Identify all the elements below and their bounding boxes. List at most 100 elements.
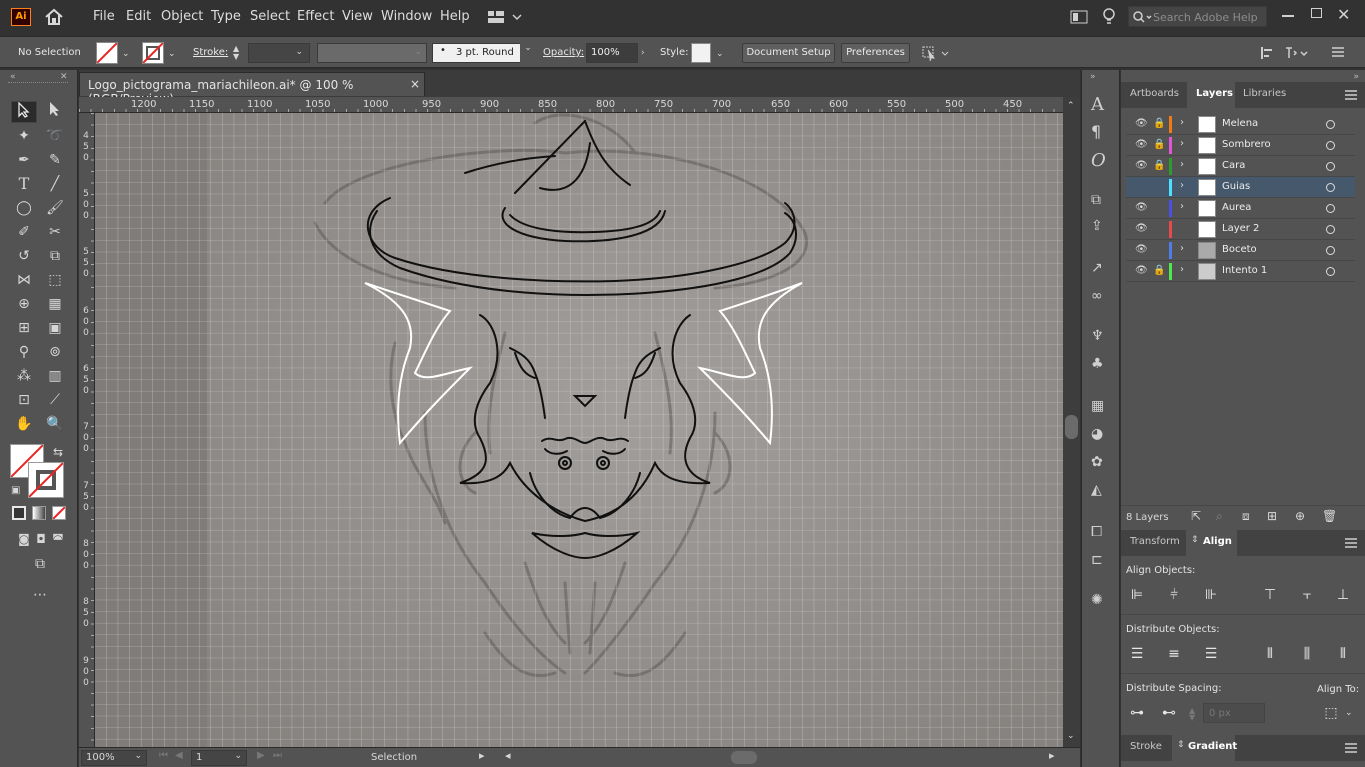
align-right-icon[interactable]: ⊪ bbox=[1202, 586, 1220, 604]
lock-icon[interactable]: 🔒 bbox=[1153, 139, 1165, 150]
character-panel-icon[interactable]: A bbox=[1091, 94, 1104, 115]
lock-icon[interactable]: 🔒 bbox=[1153, 118, 1165, 129]
distribute-left-icon[interactable]: ⫴ bbox=[1261, 645, 1279, 663]
fill-swatch[interactable] bbox=[96, 42, 118, 64]
rotate-tool-icon[interactable]: ↺ bbox=[11, 245, 37, 267]
expand-chevron-icon[interactable]: › bbox=[1180, 243, 1184, 254]
window-close-icon[interactable]: ✕ bbox=[1337, 5, 1350, 24]
layer-name[interactable]: Aurea bbox=[1222, 202, 1251, 213]
visibility-eye-icon[interactable]: 👁 bbox=[1135, 160, 1148, 171]
expand-chevron-icon[interactable]: › bbox=[1180, 201, 1184, 212]
image-trace-icon[interactable]: ✺ bbox=[1091, 592, 1103, 608]
brush-definition[interactable]: • 3 pt. Round ⌄ bbox=[432, 43, 536, 63]
menu-file[interactable]: File bbox=[93, 9, 115, 24]
layer-name[interactable]: Sombrero bbox=[1222, 139, 1271, 150]
stroke-swatch[interactable] bbox=[142, 42, 164, 64]
scissors-tool-icon[interactable]: ✂ bbox=[42, 221, 68, 243]
menu-edit[interactable]: Edit bbox=[126, 9, 151, 24]
search-help-input[interactable]: Search Adobe Help bbox=[1128, 6, 1267, 27]
color-mode-icon[interactable] bbox=[12, 506, 26, 520]
document-close-icon[interactable]: × bbox=[410, 77, 420, 91]
direct-selection-tool-icon[interactable] bbox=[42, 101, 68, 123]
layer-name[interactable]: Boceto bbox=[1222, 244, 1257, 255]
horizontal-ruler[interactable]: 1200 1150 1100 1050 1000 950 900 850 800… bbox=[79, 97, 1063, 113]
slice-tool-icon[interactable]: ⟋ bbox=[42, 389, 68, 411]
align-pixel-icon[interactable] bbox=[1260, 46, 1274, 63]
symbol-sprayer-tool-icon[interactable]: ⁂ bbox=[11, 365, 37, 387]
align-left-icon[interactable]: ⊫ bbox=[1128, 586, 1146, 604]
graphic-styles-icon[interactable]: ◕ bbox=[1091, 426, 1103, 442]
ellipse-tool-icon[interactable]: ◯ bbox=[11, 197, 37, 219]
artwork[interactable] bbox=[95, 113, 1063, 747]
edit-toolbar-icon[interactable]: ⋯ bbox=[27, 584, 53, 606]
brushes-panel-icon[interactable]: ♆ bbox=[1091, 328, 1104, 344]
toolbar-close-icon[interactable]: ✕ bbox=[60, 72, 68, 82]
visibility-eye-icon[interactable]: 👁 bbox=[1135, 202, 1148, 213]
mesh-tool-icon[interactable]: ⊞ bbox=[11, 317, 37, 339]
opentype-panel-icon[interactable]: O bbox=[1091, 150, 1106, 171]
tab-libraries[interactable]: Libraries bbox=[1243, 88, 1286, 99]
new-sublayer-icon[interactable]: ⊞ bbox=[1267, 509, 1277, 523]
spacing-input[interactable]: 0 px bbox=[1203, 703, 1265, 723]
stroke-weight-input[interactable]: ⌄ bbox=[248, 43, 310, 63]
tab-gradient[interactable]: Gradient bbox=[1188, 741, 1237, 752]
links-panel-icon[interactable]: ∞ bbox=[1091, 288, 1103, 304]
layer-row-selected[interactable]: › Guias bbox=[1126, 177, 1355, 198]
menu-object[interactable]: Object bbox=[161, 9, 203, 24]
align-menu-icon[interactable] bbox=[1345, 538, 1357, 551]
layer-row[interactable]: 👁 › Aurea bbox=[1126, 198, 1355, 219]
tab-toggle-icon[interactable]: ⇕ bbox=[1191, 535, 1199, 545]
tab-artboards[interactable]: Artboards bbox=[1130, 88, 1179, 99]
layers-menu-icon[interactable] bbox=[1345, 90, 1357, 103]
artboard-tool-icon[interactable]: ⊡ bbox=[11, 389, 37, 411]
default-colors-icon[interactable]: ▣ bbox=[11, 485, 20, 496]
screen-mode-icon[interactable]: ⧉ bbox=[27, 553, 53, 575]
swatches-panel-icon[interactable]: ▦ bbox=[1091, 398, 1104, 414]
target-circle-icon[interactable] bbox=[1326, 225, 1335, 234]
visibility-eye-icon[interactable]: 👁 bbox=[1135, 244, 1148, 255]
status-arrow-icon[interactable]: ▸ bbox=[479, 749, 485, 762]
scroll-down-icon[interactable]: ⌄ bbox=[1067, 731, 1075, 741]
collapse-toolbar-icon[interactable]: « bbox=[10, 72, 16, 82]
free-transform-tool-icon[interactable]: ⬚ bbox=[42, 269, 68, 291]
align-to-selection-icon[interactable]: ⬚ bbox=[1322, 704, 1340, 722]
hand-tool-icon[interactable]: ✋ bbox=[11, 413, 37, 435]
target-circle-icon[interactable] bbox=[1326, 162, 1335, 171]
menu-select[interactable]: Select bbox=[250, 9, 290, 24]
visibility-eye-icon[interactable]: 👁 bbox=[1135, 265, 1148, 276]
perspective-grid-tool-icon[interactable]: ▦ bbox=[42, 293, 68, 315]
style-dropdown-icon[interactable]: ⌄ bbox=[716, 49, 724, 59]
collapse-panel-icon[interactable]: » bbox=[1353, 72, 1359, 82]
align-hcenter-icon[interactable]: ⫩ bbox=[1165, 586, 1183, 604]
lasso-tool-icon[interactable]: ➰ bbox=[42, 125, 68, 147]
zoom-tool-icon[interactable]: 🔍 bbox=[42, 413, 68, 435]
tab-toggle-icon[interactable]: ⇕ bbox=[1177, 740, 1185, 750]
horizontal-scroll-thumb[interactable] bbox=[731, 751, 757, 764]
distribute-top-icon[interactable]: ☰ bbox=[1128, 645, 1146, 663]
align-vcenter-icon[interactable]: ⫟ bbox=[1298, 586, 1316, 604]
swap-colors-icon[interactable]: ⇆ bbox=[53, 445, 63, 459]
lock-icon[interactable]: 🔒 bbox=[1153, 160, 1165, 171]
target-circle-icon[interactable] bbox=[1326, 204, 1335, 213]
control-menu-icon[interactable] bbox=[1332, 46, 1344, 61]
target-circle-icon[interactable] bbox=[1326, 141, 1335, 150]
workspace-switcher-icon[interactable] bbox=[487, 9, 523, 28]
stroke-dropdown-icon[interactable]: ⌄ bbox=[168, 49, 176, 59]
home-icon[interactable] bbox=[44, 8, 64, 26]
menu-window[interactable]: Window bbox=[381, 9, 432, 24]
expand-panels-icon[interactable]: » bbox=[1090, 72, 1096, 82]
color-guide-icon[interactable]: ✿ bbox=[1091, 454, 1103, 470]
menu-type[interactable]: Type bbox=[211, 9, 241, 24]
align-to-dropdown-icon[interactable]: ⌄ bbox=[1345, 708, 1353, 718]
expand-chevron-icon[interactable]: › bbox=[1180, 117, 1184, 128]
width-tool-icon[interactable]: ⋈ bbox=[11, 269, 37, 291]
expand-chevron-icon[interactable]: › bbox=[1180, 264, 1184, 275]
transparency-panel-icon[interactable]: ⊏ bbox=[1091, 552, 1103, 568]
eyedropper-tool-icon[interactable]: ⚲ bbox=[11, 341, 37, 363]
target-circle-icon[interactable] bbox=[1326, 246, 1335, 255]
pathfinder-panel-icon[interactable]: ⧠ bbox=[1091, 524, 1102, 540]
last-artboard-icon[interactable]: ⏭ bbox=[273, 750, 282, 761]
visibility-eye-icon[interactable]: 👁 bbox=[1135, 223, 1148, 234]
layer-row[interactable]: 👁 › Boceto bbox=[1126, 240, 1355, 261]
shaper-tool-icon[interactable]: ✐ bbox=[11, 221, 37, 243]
